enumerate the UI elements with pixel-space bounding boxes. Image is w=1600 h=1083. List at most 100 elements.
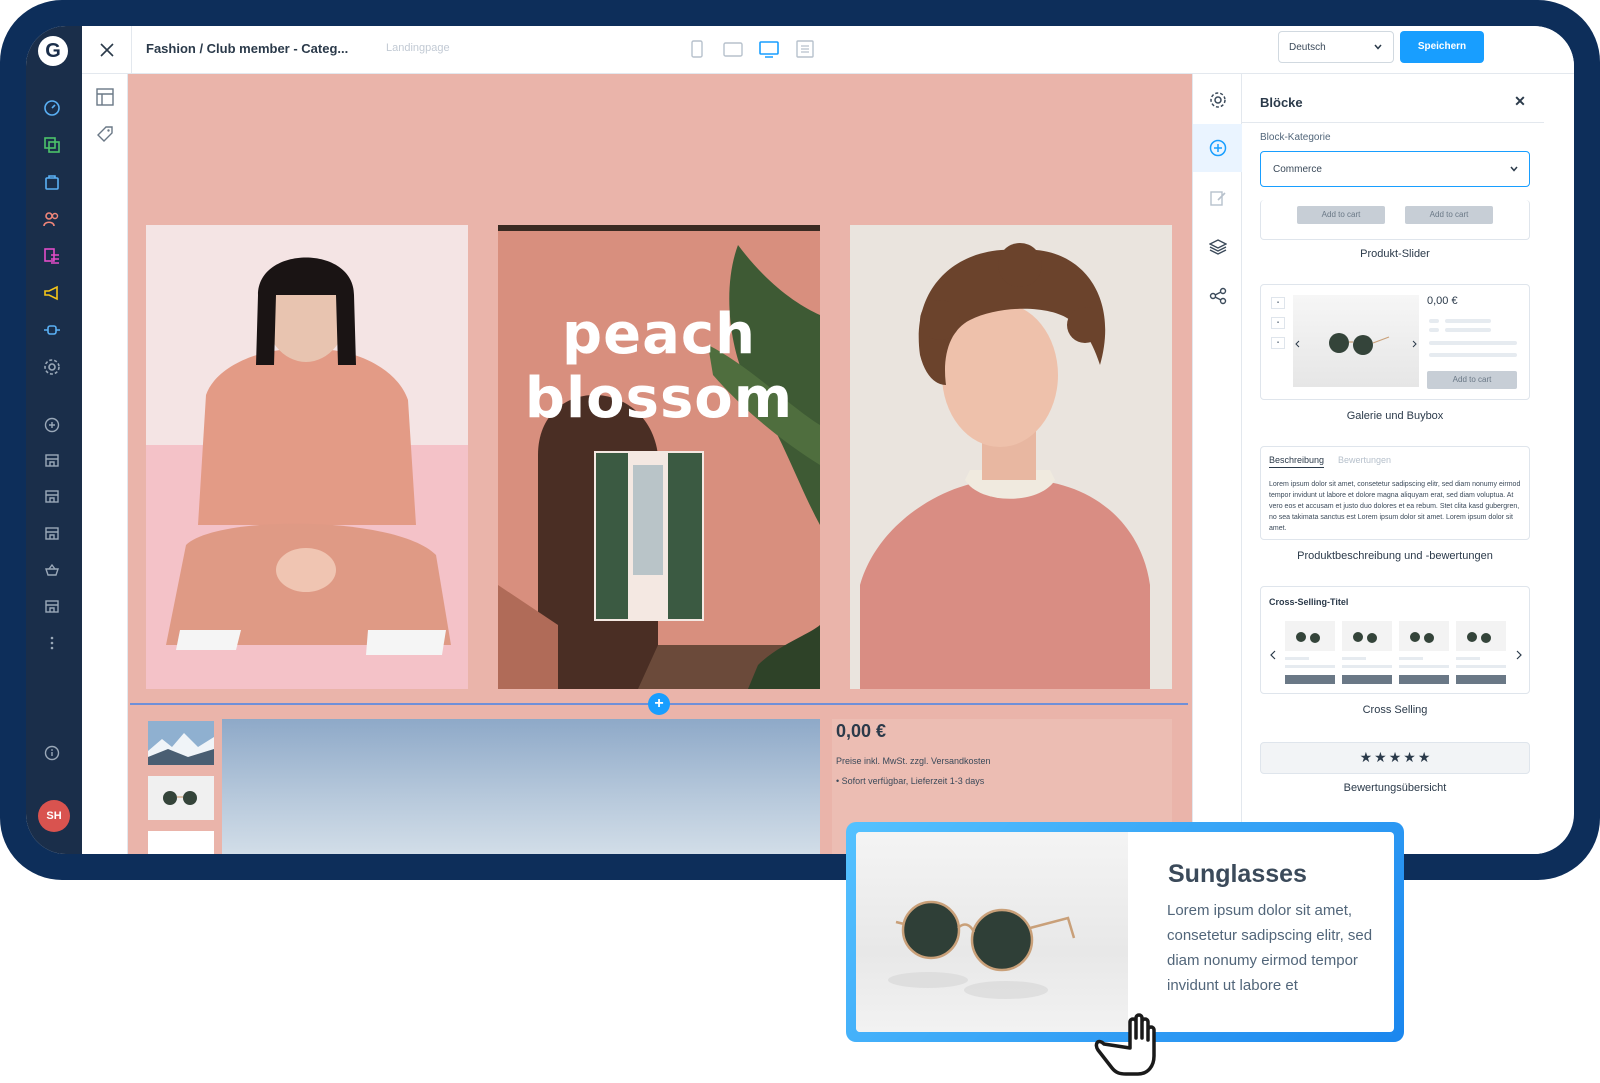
- placeholder-line: [1445, 319, 1491, 323]
- editor-tool-column: [82, 74, 128, 854]
- dashboard-icon[interactable]: [42, 98, 62, 118]
- tax-note: Preise inkl. MwSt. zzgl. Versandkosten: [836, 756, 991, 766]
- add-block-button[interactable]: +: [648, 693, 670, 715]
- more-icon[interactable]: [42, 633, 62, 653]
- extensions-icon[interactable]: [42, 320, 62, 340]
- block-category-select[interactable]: Commerce: [1260, 151, 1530, 187]
- placeholder-line: [1429, 353, 1517, 357]
- share-icon: [1209, 287, 1226, 305]
- cross-selling-preview-title: Cross-Selling-Titel: [1269, 597, 1349, 607]
- card-title: Sunglasses: [1168, 860, 1307, 888]
- page-canvas: peach blossom + 0,00 € Preise inkl. MwSt…: [128, 74, 1192, 854]
- placeholder-line: [1429, 328, 1439, 332]
- add-to-cart-preview: Add to cart: [1405, 206, 1493, 224]
- settings-icon[interactable]: [42, 357, 62, 377]
- availability-note: • Sofort verfügbar, Lieferzeit 1-3 days: [836, 776, 985, 786]
- app-screen: G SH Fashion / Club member - Categ... La…: [26, 26, 1574, 854]
- sidebar-tab-layers[interactable]: [1193, 223, 1242, 271]
- tablet-view-button[interactable]: [722, 38, 744, 60]
- mobile-icon: [691, 40, 703, 58]
- block-product-description[interactable]: Beschreibung Bewertungen Lorem ipsum dol…: [1260, 446, 1530, 540]
- block-rating-overview[interactable]: ★★★★★: [1260, 742, 1530, 774]
- close-editor-button[interactable]: [82, 26, 132, 74]
- placeholder-line: [1445, 328, 1491, 332]
- chevron-down-icon: [1374, 44, 1382, 50]
- close-icon: [99, 43, 114, 57]
- tablet-icon: [723, 41, 743, 57]
- sidebar-tab-settings[interactable]: [1193, 76, 1242, 124]
- close-icon[interactable]: ✕: [1512, 93, 1528, 109]
- cross-selling-preview: [1270, 621, 1522, 684]
- storefront-icon[interactable]: [42, 450, 62, 470]
- language-value: Deutsch: [1289, 42, 1326, 53]
- gallery-preview-price: 0,00 €: [1427, 295, 1458, 307]
- gear-icon: [1209, 92, 1226, 108]
- editor-topbar: Fashion / Club member - Categ... Landing…: [82, 26, 1574, 74]
- help-icon[interactable]: [42, 743, 62, 763]
- save-button[interactable]: Speichern: [1400, 31, 1484, 63]
- mobile-view-button[interactable]: [686, 38, 708, 60]
- gallery-thumbnail[interactable]: [148, 831, 214, 854]
- content-icon[interactable]: [42, 246, 62, 266]
- sidebar-tab-strip: [1192, 74, 1242, 854]
- add-sales-channel-icon[interactable]: [42, 415, 62, 435]
- block-category-label: Block-Kategorie: [1260, 132, 1331, 143]
- availability-text: Sofort verfügbar, Lieferzeit 1-3 days: [841, 776, 985, 786]
- user-avatar[interactable]: SH: [38, 800, 70, 832]
- viewport-switcher: [686, 38, 816, 60]
- block-name-product-description: Produktbeschreibung und -bewertungen: [1297, 550, 1493, 562]
- image-block-center[interactable]: peach blossom: [498, 225, 820, 689]
- desktop-icon: [759, 40, 779, 58]
- desktop-view-button[interactable]: [758, 38, 780, 60]
- storefront-icon[interactable]: [42, 486, 62, 506]
- edit-icon: [1209, 191, 1226, 206]
- shopware-logo[interactable]: G: [38, 36, 68, 66]
- gallery-main-image[interactable]: [222, 719, 820, 854]
- tag-icon[interactable]: [95, 124, 115, 144]
- sidebar-tab-connections[interactable]: [1193, 272, 1242, 320]
- gallery-thumbnail[interactable]: [148, 721, 214, 765]
- sunglasses-image: [856, 832, 1128, 1032]
- page-type-label: Landingpage: [386, 42, 450, 54]
- list-view-icon: [796, 40, 814, 58]
- thumb-preview: ▪: [1271, 317, 1285, 329]
- thumb-preview: ▪: [1271, 337, 1285, 349]
- block-product-slider[interactable]: Add to cart Add to cart: [1260, 200, 1530, 240]
- add-to-cart-preview: Add to cart: [1427, 371, 1517, 389]
- grab-cursor-icon: [1090, 1000, 1160, 1076]
- admin-sidebar: G SH: [26, 26, 82, 854]
- block-cross-selling[interactable]: Cross-Selling-Titel: [1260, 586, 1530, 694]
- placeholder-line: [1429, 319, 1439, 323]
- blocks-panel: Blöcke ✕ Block-Kategorie Commerce Add to…: [1242, 74, 1544, 854]
- hero-headline: peach blossom: [498, 302, 820, 432]
- block-gallery-buybox[interactable]: ▪ ▪ ▪ 0,00 € Add to cart: [1260, 284, 1530, 400]
- thumb-preview: ▪: [1271, 297, 1285, 309]
- page-title: Fashion / Club member - Categ...: [146, 41, 349, 56]
- block-name-cross-selling: Cross Selling: [1362, 704, 1428, 716]
- layout-icon[interactable]: [95, 87, 115, 107]
- layers-icon: [1208, 239, 1227, 255]
- customers-icon[interactable]: [42, 209, 62, 229]
- image-block-right[interactable]: [850, 225, 1172, 689]
- headline-line-1: peach: [562, 302, 756, 367]
- sidebar-tab-edit[interactable]: [1193, 174, 1242, 222]
- add-circle-icon: [1209, 139, 1226, 157]
- image-block-left[interactable]: [146, 225, 468, 689]
- block-name-gallery-buybox: Galerie und Buybox: [1346, 410, 1444, 422]
- headline-line-2: blossom: [524, 366, 794, 432]
- headless-icon[interactable]: [42, 560, 62, 580]
- placeholder-line: [1429, 341, 1517, 345]
- storefront-icon[interactable]: [42, 596, 62, 616]
- panel-divider: [1242, 122, 1544, 123]
- marketing-icon[interactable]: [42, 283, 62, 303]
- gallery-thumbnail[interactable]: [148, 776, 214, 820]
- list-view-button[interactable]: [794, 38, 816, 60]
- gallery-preview-image: [1293, 295, 1419, 387]
- catalogue-icon[interactable]: [42, 135, 62, 155]
- orders-icon[interactable]: [42, 172, 62, 192]
- storefront-icon[interactable]: [42, 523, 62, 543]
- chevron-down-icon: [1510, 166, 1518, 172]
- sidebar-tab-blocks[interactable]: [1193, 124, 1242, 172]
- rating-stars-preview: ★★★★★: [1359, 750, 1433, 766]
- language-select[interactable]: Deutsch: [1278, 31, 1394, 63]
